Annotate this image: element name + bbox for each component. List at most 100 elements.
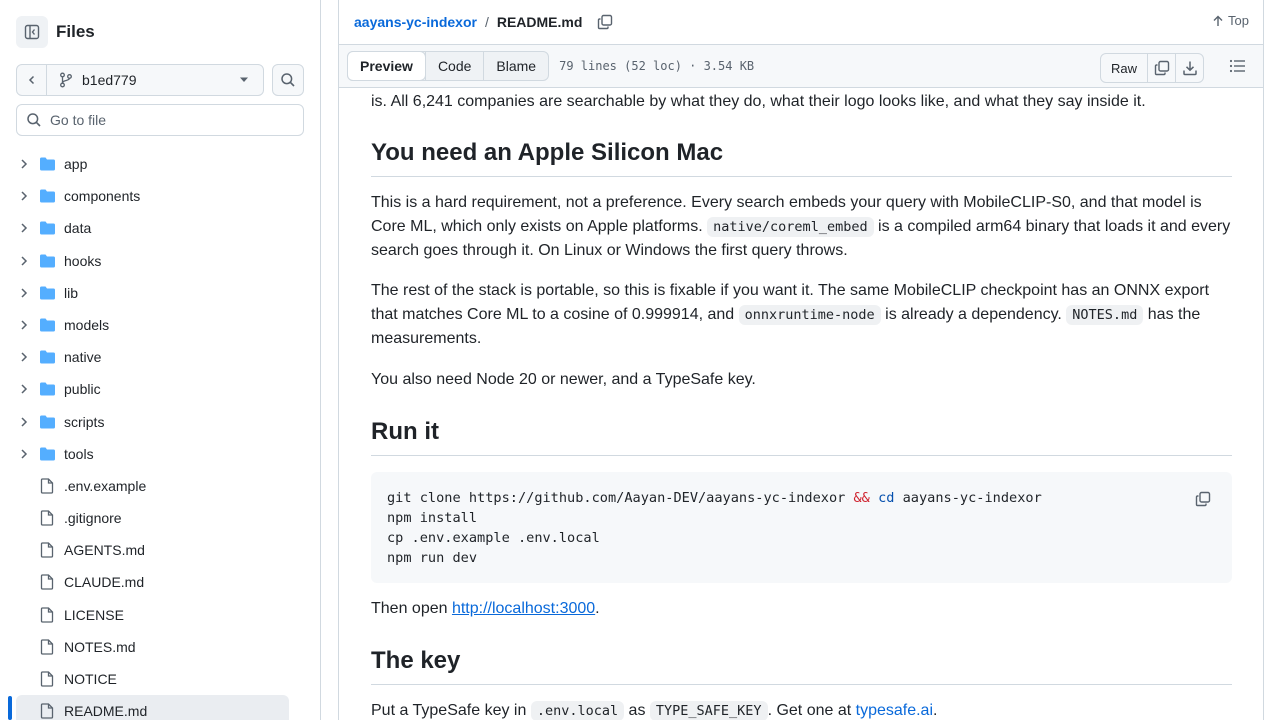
tree-folder[interactable]: tools (0, 438, 320, 470)
tree-file[interactable]: .gitignore (0, 502, 320, 534)
copy-icon (1195, 491, 1211, 507)
localhost-link[interactable]: http://localhost:3000 (452, 600, 595, 617)
file-icon (40, 671, 54, 687)
breadcrumb-repo-link[interactable]: aayans-yc-indexor (354, 14, 477, 30)
code-line: cp .env.example .env.local (387, 530, 600, 546)
copy-raw-button[interactable] (1147, 54, 1175, 82)
text-span: as (624, 702, 650, 719)
chevron-right-icon[interactable] (18, 318, 30, 332)
intro-paragraph: is. All 6,241 companies are searchable b… (371, 93, 1146, 110)
file-icon (40, 542, 54, 558)
caret-down-icon (240, 77, 249, 82)
tree-item-label: hooks (64, 252, 102, 269)
git-branch-icon (60, 72, 72, 88)
chevron-right-icon[interactable] (18, 382, 30, 396)
folder-icon (40, 286, 55, 300)
code-line: npm run dev (387, 550, 478, 566)
tree-item-label: NOTICE (64, 671, 117, 687)
tree-file[interactable]: LICENSE (0, 599, 320, 631)
top-link[interactable]: Top (1212, 13, 1249, 28)
tree-item-label: native (64, 349, 102, 366)
tree-item-label: LICENSE (64, 606, 124, 623)
branch-dropdown[interactable]: b1ed779 (47, 65, 263, 95)
go-to-file-input[interactable] (50, 112, 290, 128)
file-view: aayans-yc-indexor / README.md Top Previe… (338, 0, 1264, 720)
file-icon (40, 606, 54, 623)
breadcrumb: aayans-yc-indexor / README.md (354, 14, 582, 30)
file-toolbar: Preview Code Blame 79 lines (52 loc) · 3.5… (339, 44, 1263, 88)
chevron-right-icon[interactable] (18, 415, 30, 429)
outline-button[interactable] (1229, 58, 1247, 79)
chevron-right-icon[interactable] (18, 286, 30, 300)
tab-preview[interactable]: Preview (347, 51, 426, 81)
paragraph-portable: The rest of the stack is portable, so th… (371, 279, 1232, 351)
arrow-up-icon (1213, 15, 1223, 26)
folder-icon (40, 382, 55, 396)
tree-folder[interactable]: native (0, 341, 320, 373)
tree-file[interactable]: AGENTS.md (0, 534, 320, 566)
branch-name: b1ed779 (82, 72, 137, 88)
code-text: aayans-yc-indexor (894, 490, 1042, 506)
text-span: . (595, 600, 600, 617)
tree-item-label: components (64, 188, 141, 205)
collapse-sidebar-button[interactable] (16, 16, 48, 48)
selected-indicator (8, 696, 12, 720)
typesafe-link[interactable]: typesafe.ai (856, 702, 933, 719)
tree-item-label: AGENTS.md (64, 542, 145, 559)
chevron-right-icon[interactable] (18, 350, 30, 364)
copy-icon (598, 14, 613, 30)
back-button[interactable] (17, 65, 47, 95)
tree-folder[interactable]: models (0, 309, 320, 341)
copy-path-button[interactable] (594, 11, 616, 33)
tree-file[interactable]: NOTICE (0, 663, 320, 695)
view-tabs: Preview Code Blame (347, 51, 550, 81)
file-icon (40, 478, 54, 494)
chevron-right-icon[interactable] (18, 221, 30, 235)
inline-code: NOTES.md (1066, 305, 1144, 325)
folder-icon (40, 318, 55, 332)
chevron-right-icon[interactable] (18, 157, 30, 171)
text-span: Then open (371, 600, 452, 617)
file-icon (40, 639, 54, 655)
chevron-right-icon[interactable] (18, 189, 30, 203)
folder-icon (40, 350, 55, 364)
tree-folder[interactable]: data (0, 212, 320, 244)
folder-icon (40, 254, 55, 268)
tree-item-label: tools (64, 445, 94, 462)
breadcrumb-separator: / (484, 14, 489, 30)
download-button[interactable] (1175, 54, 1203, 82)
tree-file[interactable]: .env.example (0, 470, 320, 502)
tree-folder[interactable]: components (0, 180, 320, 212)
tree-folder[interactable]: hooks (0, 245, 320, 277)
code-line: npm install (387, 510, 478, 526)
branch-row: b1ed779 (16, 64, 304, 96)
tree-item-label: data (64, 220, 92, 237)
tree-folder[interactable]: public (0, 373, 320, 405)
search-icon (27, 113, 41, 127)
tab-blame[interactable]: Blame (483, 52, 548, 80)
tree-item-label: README.md (64, 703, 148, 720)
tree-folder[interactable]: app (0, 148, 320, 180)
inline-code: .env.local (530, 701, 625, 720)
heading-apple-silicon: You need an Apple Silicon Mac (371, 138, 1232, 177)
tree-file[interactable]: README.md (16, 695, 289, 720)
text-span: . (933, 702, 938, 719)
paragraph-then-open: Then open http://localhost:3000. (371, 597, 1232, 621)
paragraph-node: You also need Node 20 or newer, and a Ty… (371, 371, 756, 388)
file-icon (40, 574, 54, 591)
go-to-file-field[interactable] (16, 104, 304, 136)
breadcrumb-file: README.md (496, 14, 583, 30)
tree-file[interactable]: NOTES.md (0, 631, 320, 663)
tree-file[interactable]: CLAUDE.md (0, 566, 320, 598)
tab-code[interactable]: Code (424, 52, 483, 80)
raw-button[interactable]: Raw (1101, 54, 1147, 82)
chevron-right-icon[interactable] (18, 447, 30, 461)
copy-code-button[interactable] (1188, 484, 1218, 514)
tree-folder[interactable]: scripts (0, 406, 320, 438)
chevron-right-icon[interactable] (18, 254, 30, 268)
tree-item-label: public (64, 381, 101, 398)
tree-folder[interactable]: lib (0, 277, 320, 309)
search-files-button[interactable] (272, 64, 304, 96)
inline-code: native/coreml_embed (707, 217, 874, 237)
code-builtin: cd (878, 490, 895, 506)
